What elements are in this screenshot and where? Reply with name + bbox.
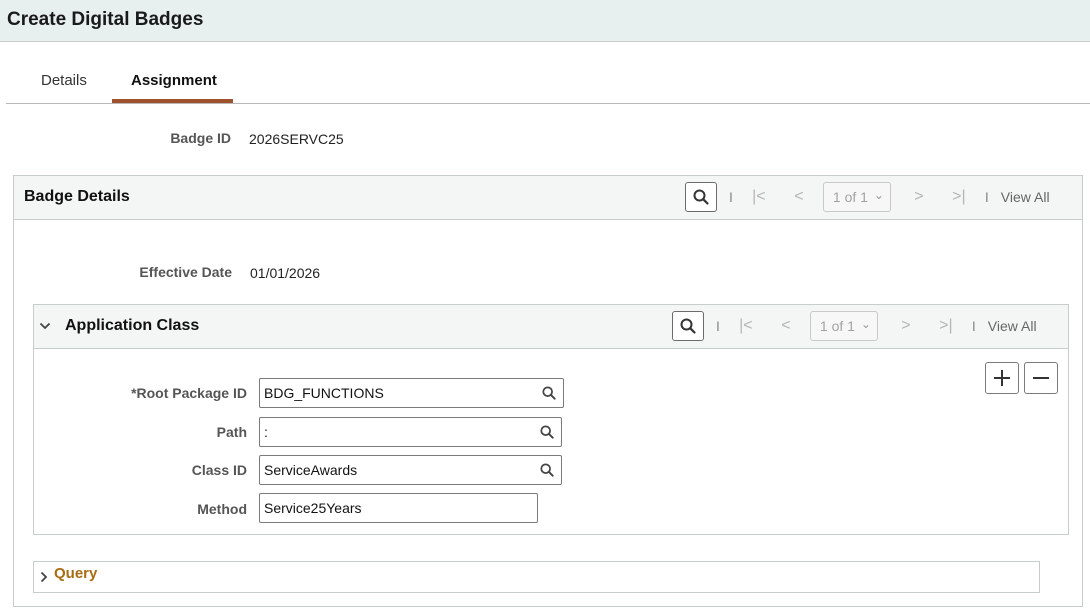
- page-title: Create Digital Badges: [7, 9, 204, 30]
- badge-details-pager-select[interactable]: 1 of 1 ⌄: [822, 182, 891, 212]
- search-icon: [540, 425, 554, 439]
- root-package-id-label: *Root Package ID: [131, 385, 247, 401]
- query-section[interactable]: Query: [33, 561, 1040, 593]
- application-class-panel: Application Class I |< < 1 of 1 ⌄ > >| I…: [33, 304, 1069, 535]
- minus-icon: [1033, 377, 1049, 379]
- root-package-id-text: BDG_FUNCTIONS: [264, 385, 384, 401]
- last-page-button[interactable]: >|: [932, 317, 960, 335]
- nav-separator: I: [984, 189, 989, 205]
- nav-separator: I: [971, 318, 976, 334]
- page-header: Create Digital Badges: [0, 0, 1090, 42]
- badge-details-header: Badge Details I |< < 1 of 1 ⌄ > >| I Vie…: [14, 176, 1082, 220]
- add-row-button[interactable]: [985, 362, 1019, 394]
- chevron-down-icon[interactable]: [39, 321, 51, 331]
- nav-separator: I: [729, 189, 733, 205]
- application-class-search-button[interactable]: [672, 311, 704, 341]
- tab-bar: Details Assignment: [6, 58, 1090, 104]
- active-tab-indicator: [112, 99, 233, 103]
- badge-details-search-button[interactable]: [685, 182, 717, 212]
- effective-date-label: Effective Date: [139, 264, 232, 280]
- search-icon: [540, 463, 554, 477]
- view-all-link[interactable]: View All: [988, 318, 1037, 334]
- previous-page-button[interactable]: <: [785, 188, 813, 206]
- root-package-lookup-button[interactable]: [539, 383, 559, 403]
- method-input[interactable]: Service25Years: [259, 493, 538, 523]
- chevron-right-icon[interactable]: [39, 571, 49, 583]
- effective-date-value: 01/01/2026: [250, 265, 321, 281]
- plus-icon: [994, 370, 1010, 386]
- class-id-label: Class ID: [191, 462, 247, 478]
- class-id-input[interactable]: ServiceAwards: [259, 455, 562, 485]
- badge-details-nav: I |< < 1 of 1 ⌄ > >| I View All: [685, 181, 1050, 213]
- badge-details-panel: Badge Details I |< < 1 of 1 ⌄ > >| I Vie…: [13, 175, 1083, 607]
- application-class-title: Application Class: [65, 317, 200, 334]
- application-class-nav: I |< < 1 of 1 ⌄ > >| I View All: [672, 310, 1037, 342]
- method-text: Service25Years: [264, 500, 362, 516]
- tab-assignment[interactable]: Assignment: [131, 72, 217, 89]
- badge-id-label: Badge ID: [170, 130, 231, 146]
- query-title[interactable]: Query: [54, 565, 97, 582]
- path-input[interactable]: :: [259, 417, 562, 447]
- root-package-id-input[interactable]: BDG_FUNCTIONS: [259, 378, 564, 408]
- search-icon: [693, 189, 709, 205]
- next-page-button[interactable]: >: [905, 188, 933, 206]
- next-page-button[interactable]: >: [892, 317, 920, 335]
- class-id-lookup-button[interactable]: [537, 460, 557, 480]
- application-class-header: Application Class I |< < 1 of 1 ⌄ > >| I…: [34, 305, 1068, 349]
- delete-row-button[interactable]: [1024, 362, 1058, 394]
- path-lookup-button[interactable]: [537, 422, 557, 442]
- first-page-button[interactable]: |<: [745, 188, 773, 206]
- view-all-link[interactable]: View All: [1001, 189, 1050, 205]
- method-label: Method: [197, 501, 247, 517]
- path-text: :: [264, 424, 268, 440]
- chevron-down-icon: ⌄: [860, 317, 871, 331]
- previous-page-button[interactable]: <: [772, 317, 800, 335]
- search-icon: [542, 386, 556, 400]
- tab-details[interactable]: Details: [41, 72, 87, 89]
- nav-separator: I: [716, 318, 720, 334]
- badge-id-value: 2026SERVC25: [249, 131, 344, 147]
- class-id-text: ServiceAwards: [264, 462, 358, 478]
- pager-text: 1 of 1: [819, 318, 855, 334]
- application-class-pager-select[interactable]: 1 of 1 ⌄: [809, 311, 878, 341]
- last-page-button[interactable]: >|: [945, 188, 973, 206]
- badge-details-title: Badge Details: [24, 188, 130, 205]
- path-label: Path: [216, 424, 247, 440]
- pager-text: 1 of 1: [832, 189, 868, 205]
- first-page-button[interactable]: |<: [732, 317, 760, 335]
- chevron-down-icon: ⌄: [873, 188, 884, 202]
- search-icon: [680, 318, 696, 334]
